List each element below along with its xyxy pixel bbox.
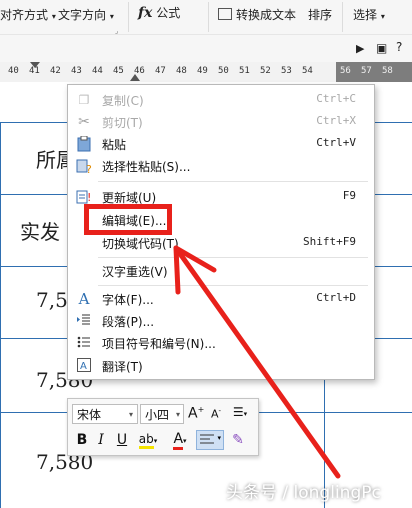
watermark-text: 头条号 / longlingPc xyxy=(226,483,381,503)
annotation-arrow xyxy=(173,245,341,479)
